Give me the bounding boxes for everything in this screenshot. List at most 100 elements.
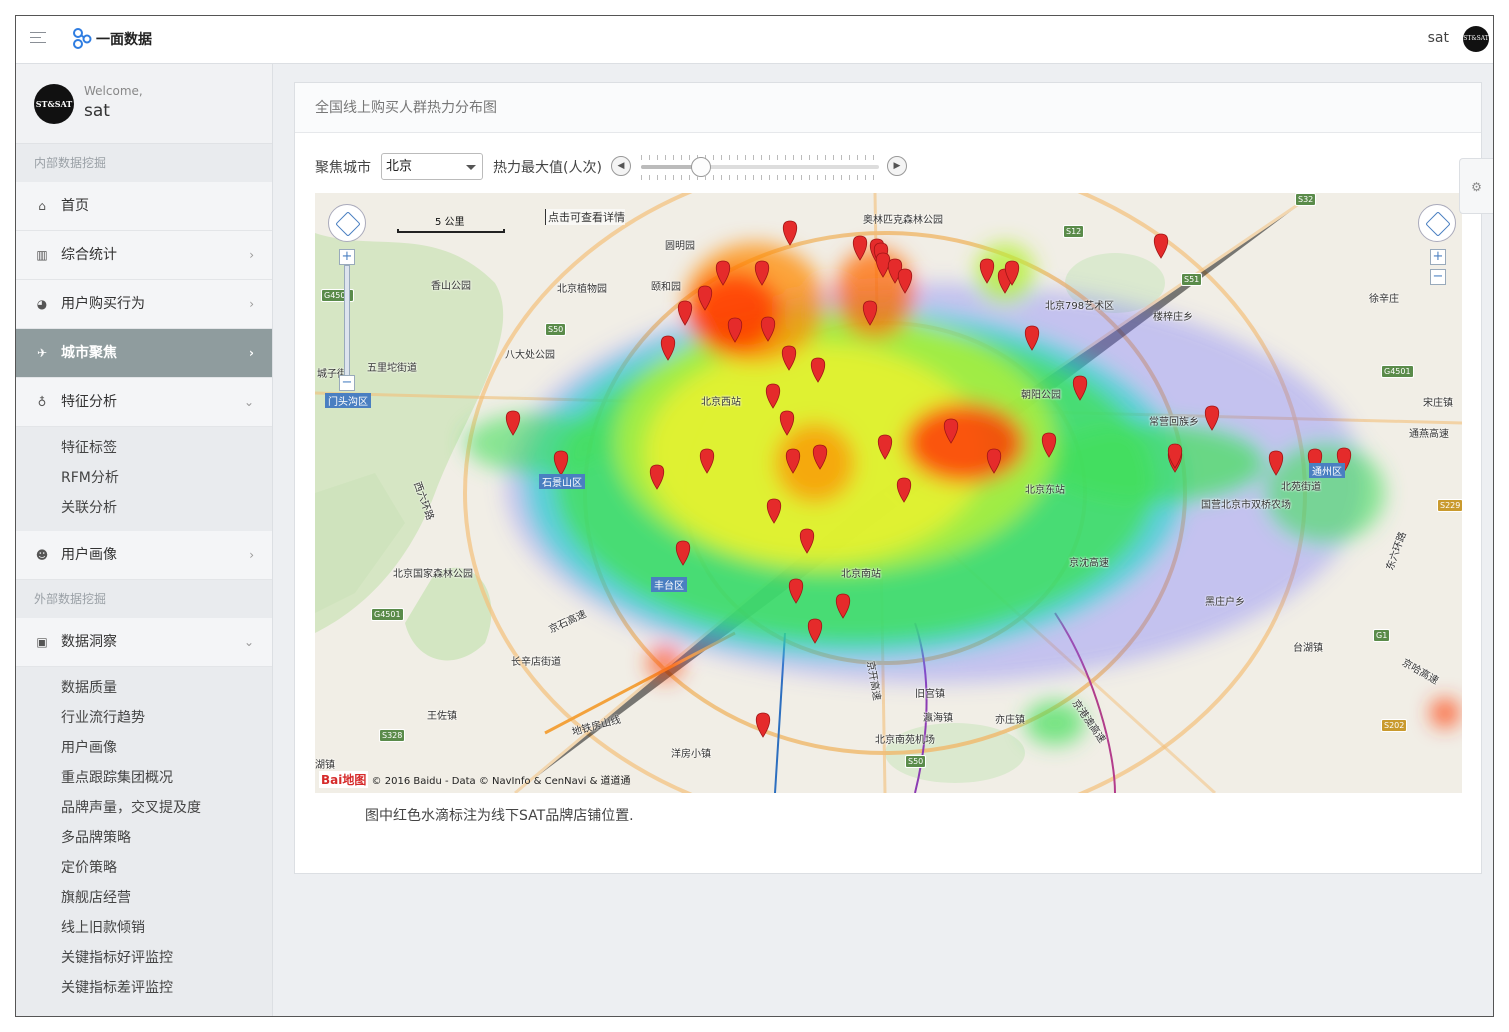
map-zoom-out-button-right[interactable]: −: [1430, 269, 1446, 285]
store-marker-icon[interactable]: [788, 578, 804, 604]
submenu-item-feature-tags[interactable]: 特征标签: [16, 433, 272, 463]
sidebar-item-portrait[interactable]: ☻ 用户画像 ›: [16, 531, 272, 580]
store-marker-icon[interactable]: [675, 540, 691, 566]
sidebar-item-home[interactable]: ⌂ 首页: [16, 182, 272, 231]
store-marker-icon[interactable]: [553, 450, 569, 476]
insight-submenu: 数据质量 行业流行趋势 用户画像 重点跟踪集团概况 品牌声量，交叉提及度 多品牌…: [16, 667, 272, 1011]
store-marker-icon[interactable]: [875, 252, 891, 278]
store-marker-icon[interactable]: [677, 300, 693, 326]
top-user-avatar[interactable]: ST&SAT: [1463, 26, 1489, 52]
store-marker-icon[interactable]: [715, 260, 731, 286]
store-marker-icon[interactable]: [852, 235, 868, 261]
store-marker-icon[interactable]: [765, 383, 781, 409]
top-user-name[interactable]: sat: [1428, 30, 1449, 46]
sidebar-item-feature[interactable]: ♁ 特征分析 ⌄: [16, 378, 272, 427]
submenu-item-portrait[interactable]: 用户画像: [16, 733, 272, 763]
store-marker-icon[interactable]: [979, 258, 995, 284]
brand-name: 一面数据: [96, 32, 152, 48]
store-marker-icon[interactable]: [785, 448, 801, 474]
store-marker-icon[interactable]: [1041, 432, 1057, 458]
store-marker-icon[interactable]: [1024, 325, 1040, 351]
plane-icon: ✈: [36, 346, 48, 360]
sidebar-item-behavior[interactable]: ◕ 用户购买行为 ›: [16, 280, 272, 329]
sidebar-item-insight[interactable]: ▣ 数据洞察 ⌄: [16, 618, 272, 667]
store-marker-icon[interactable]: [697, 285, 713, 311]
heat-max-slider[interactable]: [641, 157, 879, 177]
menu-toggle-icon[interactable]: [30, 32, 46, 46]
submenu-item-good-reviews[interactable]: 关键指标好评监控: [16, 943, 272, 973]
store-marker-icon[interactable]: [897, 268, 913, 294]
store-marker-icon[interactable]: [862, 300, 878, 326]
store-marker-icon[interactable]: [810, 357, 826, 383]
store-marker-icon[interactable]: [649, 464, 665, 490]
slider-decrease-button[interactable]: ◀: [611, 156, 631, 176]
map-label-district: 通州区: [1309, 463, 1345, 478]
store-marker-icon[interactable]: [754, 260, 770, 286]
road-badge: S202: [1381, 719, 1408, 732]
submenu-item-quality[interactable]: 数据质量: [16, 673, 272, 703]
road-badge: G1: [1373, 629, 1391, 642]
map-label: 北京植物园: [557, 284, 607, 295]
submenu-item-bad-reviews[interactable]: 关键指标差评监控: [16, 973, 272, 1003]
store-marker-icon[interactable]: [755, 712, 771, 738]
store-marker-icon[interactable]: [766, 498, 782, 524]
store-marker-icon[interactable]: [1153, 233, 1169, 259]
store-marker-icon[interactable]: [807, 618, 823, 644]
settings-side-tab[interactable]: ⚙: [1459, 158, 1493, 214]
chevron-down-icon: ⌄: [243, 395, 254, 409]
store-marker-icon[interactable]: [1167, 443, 1183, 469]
sidebar-item-city[interactable]: ✈ 城市聚焦 ›: [16, 329, 272, 378]
baidu-logo[interactable]: Bai地图: [319, 771, 369, 788]
store-marker-icon[interactable]: [812, 444, 828, 470]
submenu-item-clearance[interactable]: 线上旧款倾销: [16, 913, 272, 943]
submenu-item-voice[interactable]: 品牌声量，交叉提及度: [16, 793, 272, 823]
store-marker-icon[interactable]: [986, 448, 1002, 474]
heat-map[interactable]: 门头沟区 五里坨街道 城子街 香山公园 北京植物园 颐和园 圆明园 八大处公园 …: [315, 193, 1462, 793]
store-marker-icon[interactable]: [781, 345, 797, 371]
submenu-item-trend[interactable]: 行业流行趋势: [16, 703, 272, 733]
map-zoom-out-button[interactable]: −: [339, 375, 355, 391]
map-pan-control[interactable]: [328, 204, 366, 242]
map-zoom-in-button-right[interactable]: +: [1430, 249, 1446, 265]
store-marker-icon[interactable]: [1268, 450, 1284, 476]
store-marker-icon[interactable]: [782, 220, 798, 246]
store-marker-icon[interactable]: [943, 418, 959, 444]
slider-increase-button[interactable]: ▶: [887, 156, 907, 176]
submenu-item-group[interactable]: 重点跟踪集团概况: [16, 763, 272, 793]
store-marker-icon[interactable]: [727, 317, 743, 343]
store-marker-icon[interactable]: [779, 410, 795, 436]
road-badge: S50: [545, 323, 567, 336]
map-label: 北京西站: [701, 397, 741, 408]
road-badge: S50: [905, 755, 927, 768]
submenu-item-rfm[interactable]: RFM分析: [16, 463, 272, 493]
slider-thumb[interactable]: [690, 157, 711, 177]
submenu-item-multibrand[interactable]: 多品牌策略: [16, 823, 272, 853]
store-marker-icon[interactable]: [1072, 375, 1088, 401]
store-marker-icon[interactable]: [760, 316, 776, 342]
store-marker-icon[interactable]: [1204, 405, 1220, 431]
submenu-item-pricing[interactable]: 定价策略: [16, 853, 272, 883]
briefcase-icon: ▣: [36, 635, 48, 649]
section-external-title: 外部数据挖掘: [16, 580, 272, 618]
map-zoom-in-button[interactable]: +: [339, 249, 355, 265]
sidebar-item-stats[interactable]: ▥ 综合统计 ›: [16, 231, 272, 280]
map-zoom-slider[interactable]: [344, 265, 350, 383]
store-marker-icon[interactable]: [505, 410, 521, 436]
store-marker-icon[interactable]: [699, 448, 715, 474]
road-badge: S32: [1295, 193, 1317, 206]
map-controls: 聚焦城市 北京 热力最大值(人次) ◀ ▶: [315, 153, 1015, 181]
map-label: 颐和园: [651, 282, 681, 293]
map-pan-control-right[interactable]: [1418, 204, 1456, 242]
store-marker-icon[interactable]: [877, 434, 893, 460]
submenu-item-association[interactable]: 关联分析: [16, 493, 272, 523]
map-label: 五里坨街道: [367, 363, 417, 374]
map-label: 湖镇: [315, 760, 335, 771]
store-marker-icon[interactable]: [660, 335, 676, 361]
submenu-item-flagship[interactable]: 旗舰店经营: [16, 883, 272, 913]
sidebar-item-label: 首页: [61, 198, 89, 214]
store-marker-icon[interactable]: [896, 477, 912, 503]
users-icon: ☻: [35, 548, 49, 562]
store-marker-icon[interactable]: [835, 593, 851, 619]
city-select[interactable]: 北京: [381, 153, 483, 180]
store-marker-icon[interactable]: [799, 528, 815, 554]
